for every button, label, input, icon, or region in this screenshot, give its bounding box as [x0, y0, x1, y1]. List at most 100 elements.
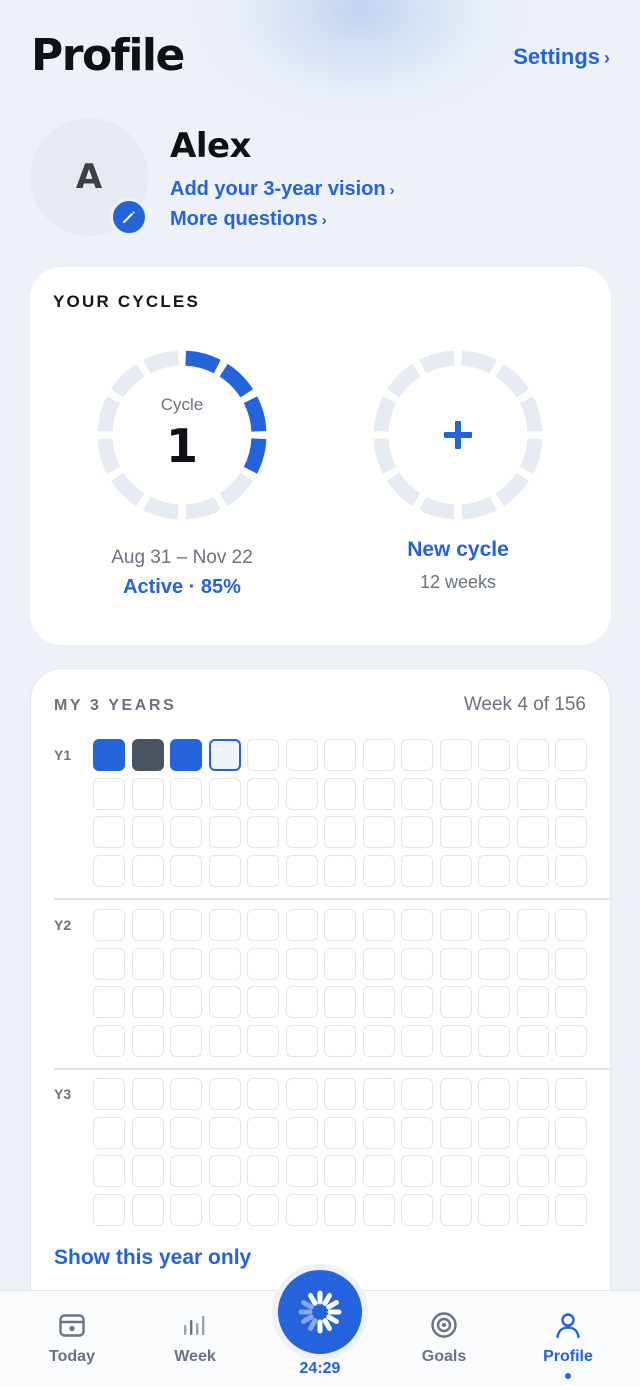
week-cell[interactable] — [401, 1116, 433, 1149]
week-cell[interactable] — [516, 1116, 549, 1149]
week-cell[interactable] — [285, 854, 318, 887]
tab-today[interactable]: Today — [17, 1291, 127, 1386]
week-cell[interactable] — [362, 1155, 395, 1187]
week-cell[interactable] — [439, 816, 472, 848]
week-cell[interactable] — [131, 986, 164, 1018]
week-cell[interactable] — [401, 777, 433, 810]
week-cell[interactable] — [131, 1155, 164, 1187]
focus-timer-button[interactable] — [278, 1270, 362, 1354]
week-cell[interactable] — [362, 1024, 395, 1057]
week-cell[interactable] — [439, 777, 472, 810]
week-cell[interactable] — [170, 816, 202, 848]
week-cell[interactable] — [247, 1024, 279, 1057]
week-cell[interactable] — [478, 1024, 510, 1057]
week-cell[interactable] — [131, 854, 164, 887]
week-cell[interactable] — [439, 1193, 472, 1226]
week-cell[interactable] — [170, 1193, 202, 1226]
week-cell[interactable] — [555, 1024, 587, 1057]
week-cell[interactable] — [362, 739, 395, 771]
week-cell[interactable] — [131, 1024, 164, 1057]
week-cell[interactable] — [324, 1193, 356, 1226]
week-cell[interactable] — [170, 1116, 202, 1149]
edit-avatar-button[interactable] — [110, 198, 148, 236]
week-cell[interactable] — [555, 1193, 587, 1226]
week-cell[interactable] — [131, 1116, 164, 1149]
week-cell[interactable] — [555, 777, 587, 810]
week-cell[interactable] — [439, 1024, 472, 1057]
week-cell[interactable] — [478, 947, 510, 980]
week-cell[interactable] — [516, 1024, 549, 1057]
week-cell[interactable] — [170, 909, 202, 941]
week-cell[interactable] — [247, 777, 279, 810]
week-cell[interactable] — [555, 1116, 587, 1149]
week-cell[interactable] — [516, 739, 549, 771]
week-cell[interactable] — [439, 909, 472, 941]
week-cell[interactable] — [324, 986, 356, 1018]
week-cell[interactable] — [208, 1078, 241, 1110]
week-cell[interactable] — [516, 986, 549, 1018]
week-cell[interactable] — [131, 777, 164, 810]
week-cell[interactable] — [208, 1155, 241, 1187]
week-cell[interactable] — [555, 909, 587, 941]
week-cell[interactable] — [555, 1155, 587, 1187]
week-cell[interactable] — [362, 1193, 395, 1226]
week-cell[interactable] — [170, 1078, 202, 1110]
week-cell[interactable] — [285, 909, 318, 941]
tab-profile[interactable]: Profile — [513, 1291, 623, 1386]
week-cell[interactable] — [93, 777, 125, 810]
week-cell[interactable] — [401, 1078, 433, 1110]
week-cell[interactable] — [93, 739, 125, 771]
week-cell[interactable] — [478, 739, 510, 771]
week-cell[interactable] — [362, 854, 395, 887]
show-this-year-only-link[interactable]: Show this year only — [54, 1246, 251, 1270]
week-cell[interactable] — [362, 816, 395, 848]
week-cell[interactable] — [208, 777, 241, 810]
week-cell[interactable] — [516, 1078, 549, 1110]
week-cell[interactable] — [93, 986, 125, 1018]
week-cell[interactable] — [401, 816, 433, 848]
tab-week[interactable]: Week — [140, 1291, 250, 1386]
week-cell[interactable] — [362, 1078, 395, 1110]
week-cell[interactable] — [362, 947, 395, 980]
week-cell[interactable] — [93, 816, 125, 848]
week-cell[interactable] — [478, 777, 510, 810]
week-cell[interactable] — [131, 816, 164, 848]
week-cell[interactable] — [324, 854, 356, 887]
week-cell[interactable] — [516, 854, 549, 887]
week-cell[interactable] — [208, 816, 241, 848]
week-cell[interactable] — [324, 739, 356, 771]
week-cell[interactable] — [131, 1078, 164, 1110]
week-cell[interactable] — [516, 1155, 549, 1187]
week-cell[interactable] — [170, 1155, 202, 1187]
current-cycle-ring[interactable]: Cycle 1 — [96, 349, 268, 521]
week-cell[interactable] — [362, 777, 395, 810]
week-cell[interactable] — [131, 1193, 164, 1226]
week-cell[interactable] — [516, 777, 549, 810]
week-cell[interactable] — [478, 909, 510, 941]
week-cell[interactable] — [478, 854, 510, 887]
week-cell[interactable] — [401, 1193, 433, 1226]
week-cell[interactable] — [401, 739, 433, 771]
week-cell[interactable] — [324, 1155, 356, 1187]
week-cell[interactable] — [208, 854, 241, 887]
week-cell[interactable] — [247, 816, 279, 848]
week-cell[interactable] — [208, 739, 241, 771]
week-cell[interactable] — [324, 1024, 356, 1057]
week-cell[interactable] — [439, 1155, 472, 1187]
week-cell[interactable] — [555, 1078, 587, 1110]
week-cell[interactable] — [93, 909, 125, 941]
week-cell[interactable] — [285, 1116, 318, 1149]
week-cell[interactable] — [247, 1078, 279, 1110]
week-cell[interactable] — [401, 1024, 433, 1057]
week-cell[interactable] — [247, 854, 279, 887]
week-cell[interactable] — [93, 1193, 125, 1226]
week-cell[interactable] — [362, 909, 395, 941]
week-cell[interactable] — [170, 777, 202, 810]
week-cell[interactable] — [478, 986, 510, 1018]
week-cell[interactable] — [208, 1024, 241, 1057]
week-cell[interactable] — [208, 947, 241, 980]
week-cell[interactable] — [439, 854, 472, 887]
week-cell[interactable] — [247, 1116, 279, 1149]
week-cell[interactable] — [362, 1116, 395, 1149]
new-cycle-button[interactable]: New cycle — [358, 538, 558, 562]
